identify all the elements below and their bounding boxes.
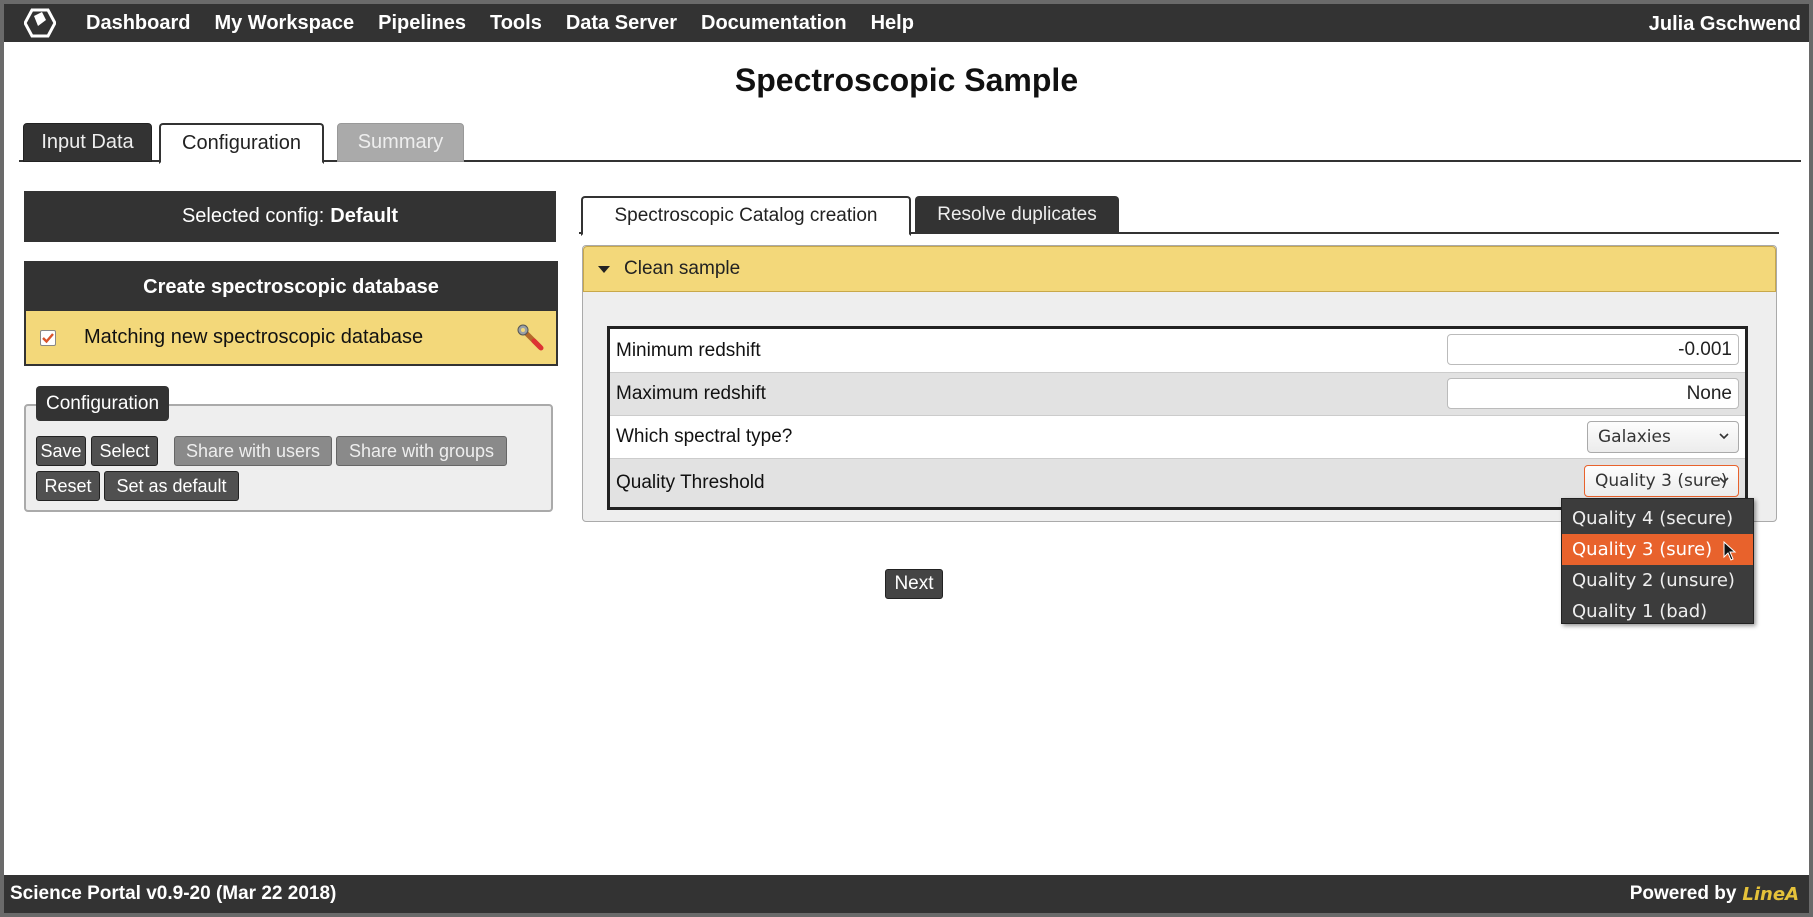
reset-button[interactable]: Reset	[36, 471, 100, 501]
tab-input-data[interactable]: Input Data	[23, 123, 152, 162]
hexagon-logo-icon[interactable]	[18, 4, 62, 42]
create-db-section: Create spectroscopic database Matching n…	[24, 261, 558, 366]
clean-sample-header[interactable]: Clean sample	[583, 246, 1776, 292]
matching-label: Matching new spectroscopic database	[84, 326, 424, 348]
save-button[interactable]: Save	[36, 436, 86, 466]
quality-threshold-value: Quality 3 (sure)	[1595, 471, 1728, 491]
dropdown-option-quality-1[interactable]: Quality 1 (bad)	[1562, 596, 1753, 627]
chevron-down-icon	[1719, 477, 1729, 484]
share-with-users-button: Share with users	[174, 436, 332, 466]
tab-configuration[interactable]: Configuration	[159, 123, 324, 164]
page-title: Spectroscopic Sample	[734, 62, 1079, 98]
params-table: Minimum redshift Maximum redshift Which …	[607, 326, 1748, 510]
matching-checkbox[interactable]	[40, 329, 56, 346]
version-text: Science Portal v0.9-20 (Mar 22 2018)	[10, 883, 337, 904]
powered-by-label: Powered by	[1629, 883, 1737, 904]
chevron-down-icon	[1719, 433, 1729, 440]
nav-documentation[interactable]: Documentation	[701, 12, 847, 35]
spectral-type-select[interactable]: Galaxies	[1587, 421, 1739, 453]
set-as-default-button[interactable]: Set as default	[104, 471, 239, 501]
matching-db-item[interactable]: Matching new spectroscopic database	[26, 311, 556, 364]
param-label: Maximum redshift	[616, 383, 766, 404]
wrench-icon[interactable]	[516, 323, 546, 353]
nav-pipelines[interactable]: Pipelines	[378, 12, 466, 35]
nav-help[interactable]: Help	[871, 12, 914, 35]
spectral-type-value: Galaxies	[1598, 427, 1671, 447]
user-name[interactable]: Julia Gschwend	[1649, 13, 1801, 36]
tab-spectroscopic-catalog-creation[interactable]: Spectroscopic Catalog creation	[581, 196, 911, 236]
next-button[interactable]: Next	[885, 569, 943, 599]
param-label: Minimum redshift	[616, 339, 761, 361]
mouse-pointer-icon	[1723, 541, 1737, 561]
quality-threshold-select[interactable]: Quality 3 (sure)	[1584, 465, 1739, 497]
param-row-min-redshift: Minimum redshift	[610, 329, 1745, 372]
param-row-max-redshift: Maximum redshift	[610, 372, 1745, 415]
dropdown-option-quality-4[interactable]: Quality 4 (secure)	[1562, 503, 1753, 534]
main-tabs: Input Data Configuration Summary	[19, 119, 1801, 164]
selected-config-label: Selected config:	[181, 205, 325, 227]
param-row-spectral-type: Which spectral type? Galaxies	[610, 415, 1745, 458]
param-label: Which spectral type?	[616, 426, 793, 447]
nav-my-workspace[interactable]: My Workspace	[214, 12, 354, 35]
caret-down-icon	[598, 265, 610, 273]
nav-tools[interactable]: Tools	[490, 12, 542, 35]
tab-summary: Summary	[337, 123, 464, 162]
dropdown-option-quality-2[interactable]: Quality 2 (unsure)	[1562, 565, 1753, 596]
create-db-title: Create spectroscopic database	[143, 275, 439, 298]
select-button[interactable]: Select	[91, 436, 158, 466]
min-redshift-input[interactable]	[1447, 334, 1739, 365]
sub-tabs: Spectroscopic Catalog creation Resolve d…	[579, 194, 1779, 236]
footer: Science Portal v0.9-20 (Mar 22 2018) Pow…	[4, 875, 1809, 913]
top-navbar: Dashboard My Workspace Pipelines Tools D…	[4, 4, 1809, 42]
powered-by: Powered by LineA	[1630, 883, 1799, 905]
selected-config-banner: Selected config: Default	[24, 191, 556, 242]
configuration-box: Configuration Save Select Share with use…	[24, 386, 553, 512]
tab-resolve-duplicates[interactable]: Resolve duplicates	[915, 196, 1119, 234]
nav-dashboard[interactable]: Dashboard	[86, 12, 190, 35]
clean-sample-panel: Clean sample Minimum redshift Maximum re…	[582, 245, 1777, 522]
max-redshift-input[interactable]	[1447, 378, 1739, 409]
clean-sample-title: Clean sample	[624, 258, 741, 279]
configuration-legend: Configuration	[36, 386, 170, 421]
share-with-groups-button: Share with groups	[336, 436, 507, 466]
linea-logo[interactable]: LineA	[1742, 884, 1799, 905]
nav-data-server[interactable]: Data Server	[566, 12, 677, 35]
selected-config-value: Default	[330, 205, 399, 227]
param-label: Quality Threshold	[616, 472, 765, 493]
quality-dropdown-list: Quality 4 (secure) Quality 3 (sure) Qual…	[1561, 498, 1754, 624]
